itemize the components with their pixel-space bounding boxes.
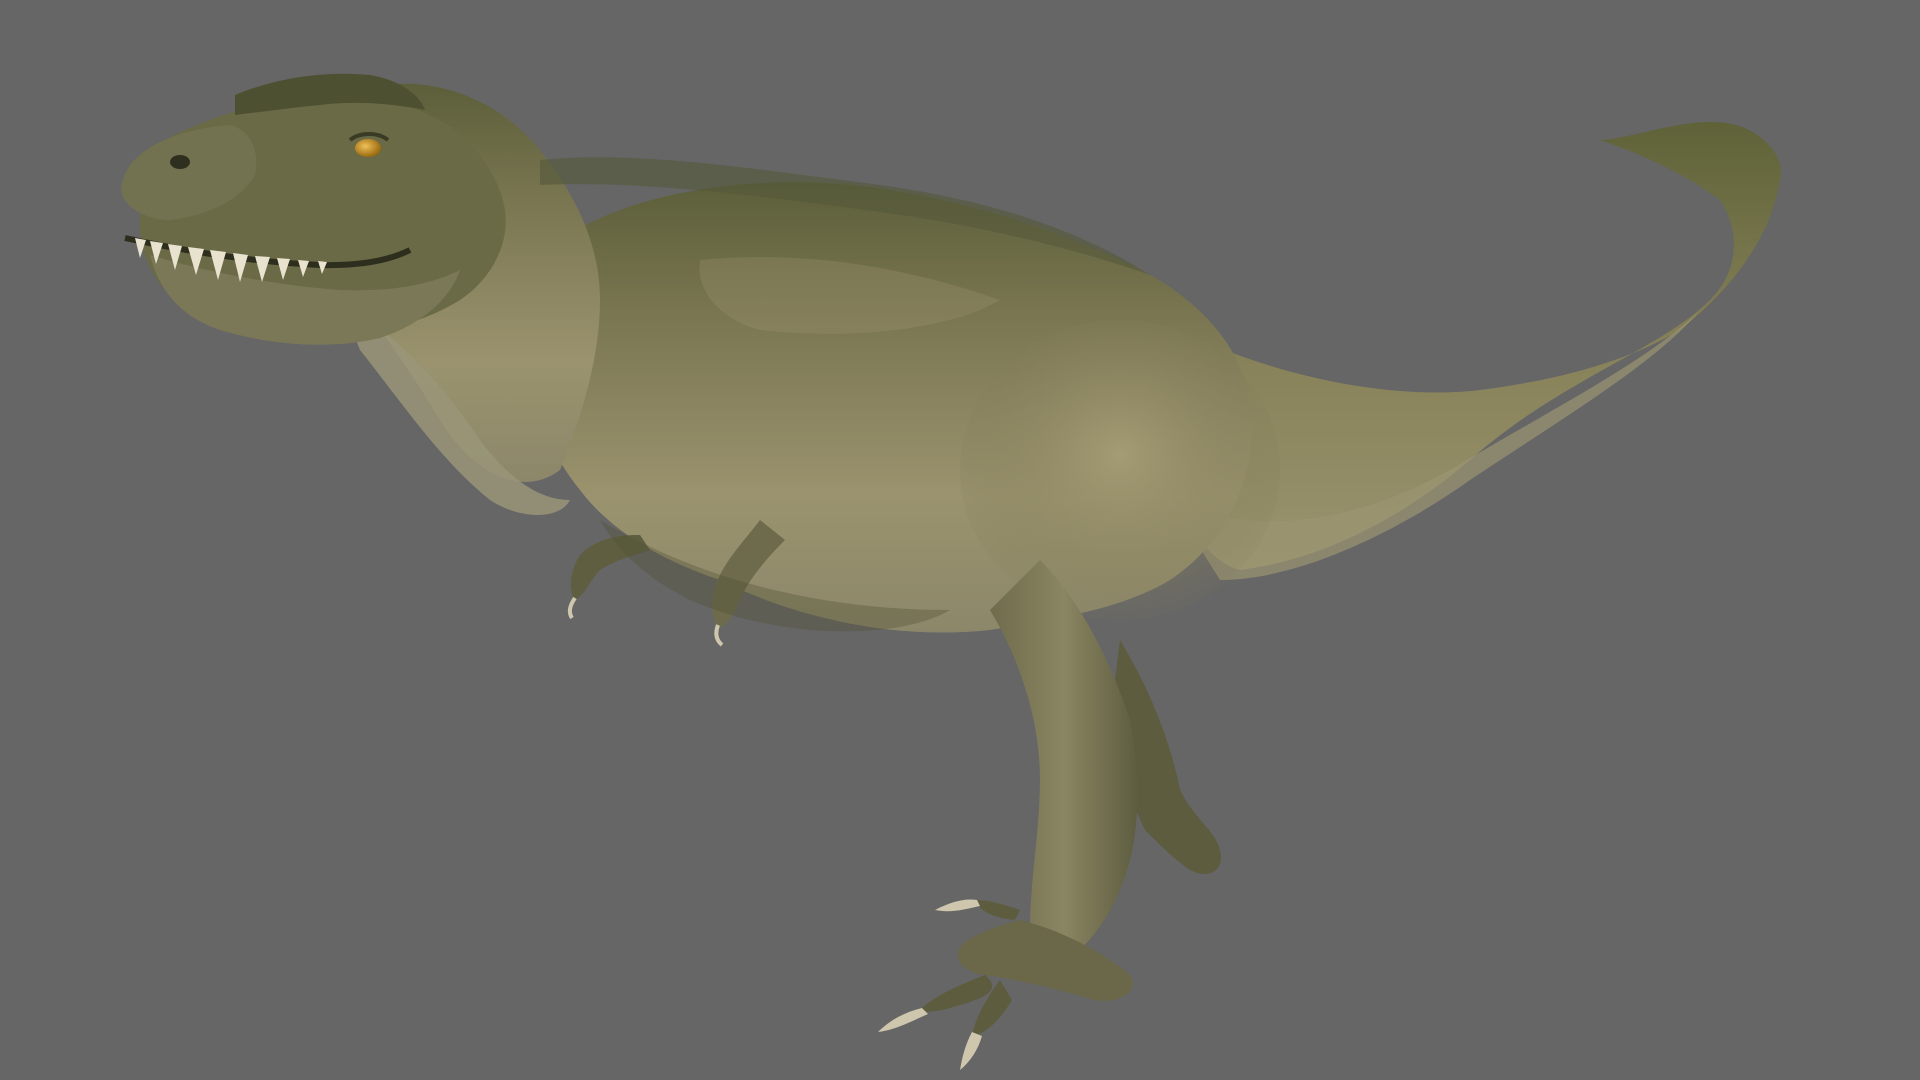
near-foot-toe-front <box>920 975 993 1012</box>
thigh <box>960 320 1280 620</box>
claw-front <box>878 1008 928 1032</box>
render-viewport <box>0 0 1920 1080</box>
near-foot-toe-back <box>975 900 1020 920</box>
claw-back <box>935 899 980 912</box>
claw-mid <box>960 1032 982 1070</box>
trex-render <box>121 73 1781 1070</box>
nostril <box>170 155 190 169</box>
eye <box>355 139 381 157</box>
